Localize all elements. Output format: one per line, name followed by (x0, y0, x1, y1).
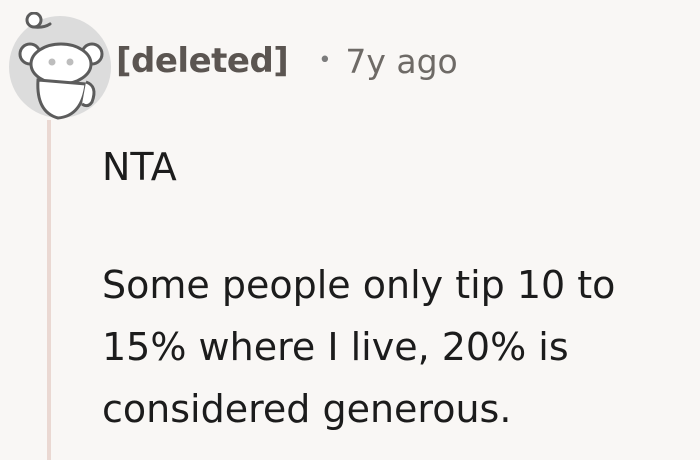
meta-separator: • (318, 47, 332, 73)
deleted-user-avatar-icon[interactable] (8, 11, 112, 122)
comment-body: NTA Some people only tip 10 to 15% where… (102, 136, 692, 440)
comment-author[interactable]: [deleted] (116, 41, 289, 81)
comment-timestamp[interactable]: 7y ago (345, 42, 457, 81)
comment-paragraph: Some people only tip 10 to 15% where I l… (102, 263, 616, 431)
thread-line[interactable] (47, 120, 51, 460)
comment: [deleted] • 7y ago NTA Some people only … (0, 0, 700, 460)
comment-meta: [deleted] • 7y ago (116, 36, 458, 86)
comment-paragraph: NTA (102, 145, 177, 189)
